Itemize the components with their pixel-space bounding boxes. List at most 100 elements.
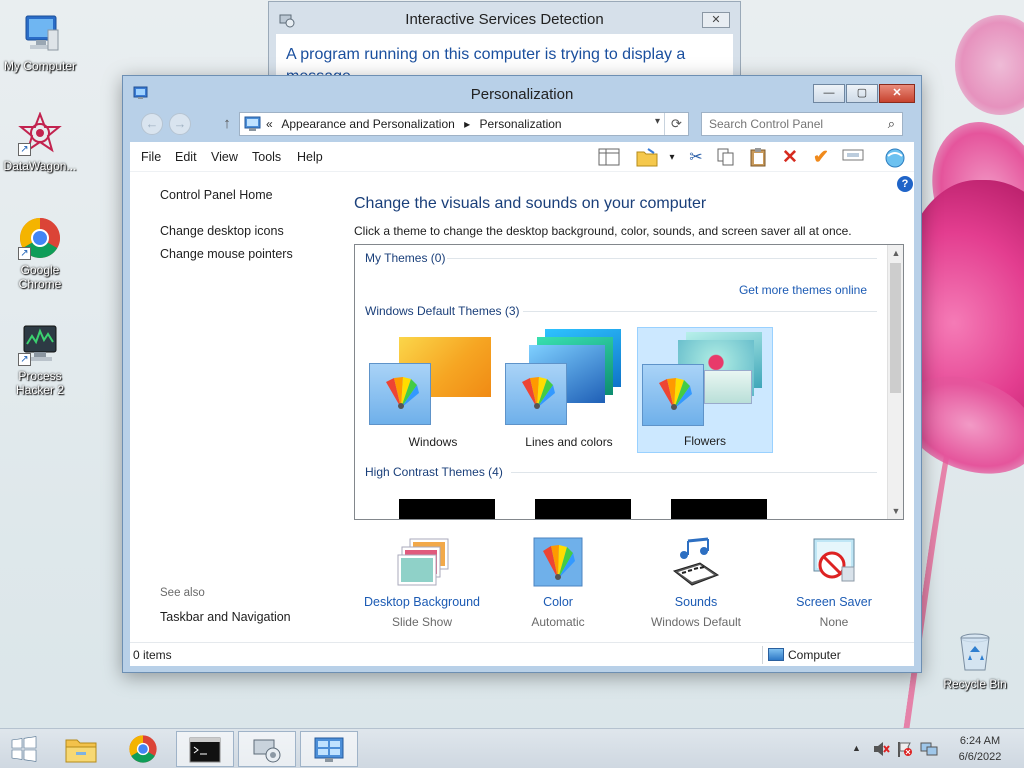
control-panel-icon <box>314 737 344 762</box>
personalization-window[interactable]: Personalization — ▢ ✕ ← → ↑ « Appearance… <box>122 75 922 673</box>
taskbar-services-detection[interactable] <box>238 731 296 767</box>
forward-arrow-icon[interactable]: → <box>169 113 191 135</box>
menu-help[interactable]: Help <box>297 150 323 164</box>
themes-scrollbar[interactable]: ▲ ▼ <box>887 245 903 519</box>
theme-color-swatch <box>369 363 431 425</box>
volume-muted-icon[interactable] <box>872 741 890 760</box>
menu-view[interactable]: View <box>211 150 238 164</box>
address-bar[interactable]: « Appearance and Personalization ▸ Perso… <box>239 112 689 136</box>
screen-saver-icon <box>808 537 860 589</box>
high-contrast-theme-preview[interactable] <box>671 499 767 519</box>
control-panel-home-link[interactable]: Control Panel Home <box>160 188 273 202</box>
taskbar-command-prompt[interactable] <box>176 731 234 767</box>
network-icon[interactable] <box>920 741 938 760</box>
properties-check-icon[interactable]: ✔ <box>809 147 833 169</box>
services-detection-icon <box>253 739 281 763</box>
scroll-up-icon[interactable]: ▲ <box>888 245 903 261</box>
cut-icon[interactable]: ✂ <box>684 147 708 169</box>
desktop-icon-chrome[interactable]: ↗ Google Chrome <box>0 216 80 291</box>
desktop-background-setting[interactable]: Desktop Background Slide Show <box>352 537 492 629</box>
taskbar: ▲ 6:24 AM 6/6/2022 <box>0 728 1024 768</box>
taskbar-chrome[interactable] <box>114 731 172 767</box>
copy-icon[interactable] <box>714 147 738 169</box>
windows-logo-icon <box>11 736 37 762</box>
maximize-button[interactable]: ▢ <box>846 84 878 103</box>
up-arrow-icon[interactable]: ↑ <box>217 114 237 134</box>
bottom-item-subtitle: Windows Default <box>650 615 742 629</box>
bottom-item-subtitle: Slide Show <box>391 615 453 629</box>
high-contrast-theme-preview[interactable] <box>399 499 495 519</box>
scroll-down-icon[interactable]: ▼ <box>888 503 903 519</box>
theme-windows[interactable]: Windows <box>365 327 501 453</box>
taskbar-clock[interactable]: 6:24 AM 6/6/2022 <box>950 733 1010 765</box>
scroll-thumb[interactable] <box>890 263 901 393</box>
close-button[interactable]: ✕ <box>879 84 915 103</box>
clock-date: 6/6/2022 <box>958 751 1002 763</box>
delete-icon[interactable]: ✕ <box>778 147 802 169</box>
desktop-icon-datawagon[interactable]: ↗ DataWagon... <box>0 111 80 173</box>
breadcrumb-personalization[interactable]: Personalization <box>480 117 562 131</box>
desktop-icon-my-computer[interactable]: My Computer <box>0 12 80 73</box>
get-more-themes-link[interactable]: Get more themes online <box>739 283 867 297</box>
window-titlebar[interactable]: Personalization — ▢ ✕ <box>123 76 921 110</box>
computer-icon <box>768 648 784 661</box>
paste-icon[interactable] <box>746 147 770 169</box>
themes-list[interactable]: My Themes (0) Get more themes online Win… <box>354 244 904 520</box>
desktop-background-icon <box>396 537 449 589</box>
chevron-down-icon[interactable]: ▾ <box>660 147 684 169</box>
desktop-icon-recycle-bin[interactable]: Recycle Bin <box>935 630 1015 691</box>
bottom-item-title[interactable]: Screen Saver <box>764 595 904 609</box>
screen-saver-setting[interactable]: Screen Saver None <box>764 537 904 629</box>
start-button[interactable] <box>0 731 48 767</box>
breadcrumb-appearance[interactable]: Appearance and Personalization <box>281 117 454 131</box>
refresh-icon[interactable]: ⟳ <box>664 113 688 135</box>
status-separator <box>762 646 763 664</box>
menu-file[interactable]: File <box>141 150 161 164</box>
theme-flowers[interactable]: Flowers <box>637 327 773 453</box>
menu-tools[interactable]: Tools <box>252 150 281 164</box>
breadcrumb-separator[interactable]: ▸ <box>464 117 470 131</box>
search-icon[interactable]: ⌕ <box>888 116 895 132</box>
help-icon[interactable]: ? <box>897 176 913 192</box>
taskbar-file-explorer[interactable] <box>52 731 110 767</box>
desktop-icon-label: Google Chrome <box>18 263 62 291</box>
chevron-down-icon[interactable]: ▾ <box>655 116 660 127</box>
bottom-item-title[interactable]: Color <box>488 595 628 609</box>
action-center-flag-icon[interactable] <box>896 741 914 760</box>
menu-edit[interactable]: Edit <box>175 150 197 164</box>
minimize-button[interactable]: — <box>813 84 845 103</box>
back-arrow-icon[interactable]: ← <box>141 113 163 135</box>
layout-pane-icon[interactable] <box>597 147 621 169</box>
desktop-icon-process-hacker[interactable]: ↗ Process Hacker 2 <box>0 322 80 397</box>
sounds-setting[interactable]: Sounds Windows Default <box>626 537 766 629</box>
breadcrumb-overflow[interactable]: « <box>266 117 273 131</box>
desktop-icon-label: My Computer <box>3 59 77 73</box>
high-contrast-theme-preview[interactable] <box>535 499 631 519</box>
page-title: Change the visuals and sounds on your co… <box>354 195 707 212</box>
dialog-close-button[interactable]: ✕ <box>702 12 730 28</box>
tray-arrow-icon[interactable]: ▲ <box>852 743 861 753</box>
theme-label: Lines and colors <box>525 435 613 449</box>
internet-options-icon[interactable] <box>883 147 907 169</box>
change-mouse-pointers-link[interactable]: Change mouse pointers <box>160 247 293 261</box>
desktop-icon-label: Process Hacker 2 <box>15 369 65 397</box>
taskbar-navigation-link[interactable]: Taskbar and Navigation <box>160 610 291 624</box>
chrome-icon <box>129 735 157 763</box>
folder-icon <box>65 739 97 763</box>
change-desktop-icons-link[interactable]: Change desktop icons <box>160 224 284 238</box>
color-fan-icon <box>659 378 692 410</box>
search-box[interactable]: ⌕ <box>701 112 903 136</box>
page-description: Click a theme to change the desktop back… <box>354 224 852 238</box>
theme-lines-and-colors[interactable]: Lines and colors <box>501 327 637 453</box>
bottom-item-subtitle: None <box>819 615 849 629</box>
search-input[interactable] <box>709 117 869 131</box>
taskbar-control-panel[interactable] <box>300 731 358 767</box>
status-bar: 0 items Computer <box>130 642 914 666</box>
folder-options-icon[interactable] <box>635 147 659 169</box>
window-title: Personalization <box>470 86 574 103</box>
color-setting[interactable]: Color Automatic <box>488 537 628 629</box>
bottom-item-title[interactable]: Sounds <box>626 595 766 609</box>
theme-color-swatch <box>642 364 704 426</box>
rename-icon[interactable] <box>841 147 865 169</box>
bottom-item-title[interactable]: Desktop Background <box>352 595 492 609</box>
